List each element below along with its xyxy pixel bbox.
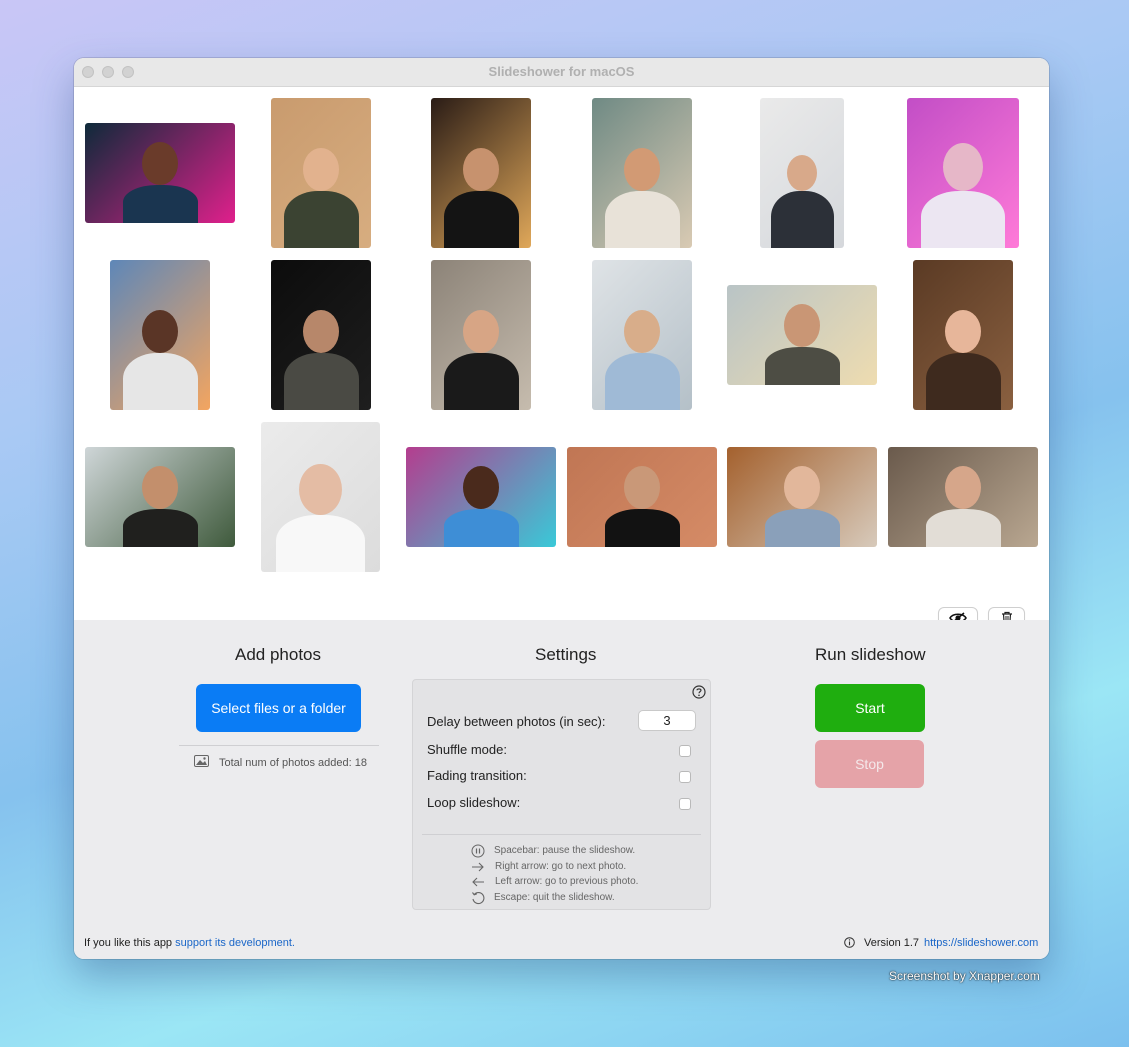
support-prefix: If you like this app <box>84 937 173 949</box>
photo-subject-body <box>443 353 519 410</box>
add-photos-divider <box>179 745 379 746</box>
photo-subject-head <box>942 142 984 191</box>
support-text: If you like this app support its develop… <box>84 937 295 949</box>
delay-input[interactable]: 3 <box>638 710 696 731</box>
app-window: Slideshower for macOS Add photos Select … <box>74 58 1049 959</box>
settings-divider <box>422 834 701 835</box>
add-photos-heading: Add photos <box>235 645 322 664</box>
hint-left-arrow: Left arrow: go to previous photo. <box>495 876 639 887</box>
photo-thumbnail-redhead-smiling[interactable] <box>913 260 1013 410</box>
photo-thumbnail-man-dark-portrait[interactable] <box>271 260 371 410</box>
photo-thumbnail-man-neon-lights[interactable] <box>85 123 235 223</box>
shuffle-checkbox[interactable] <box>679 745 691 757</box>
photo-subject-body <box>764 509 840 547</box>
photo-subject-head <box>945 309 981 353</box>
loop-label: Loop slideshow: <box>427 795 521 810</box>
photo-subject-head <box>142 465 178 509</box>
photo-thumbnail-man-bokeh-lights[interactable] <box>431 98 531 248</box>
left-arrow-icon <box>472 877 484 887</box>
settings-panel: Delay between photos (in sec): 3 Shuffle… <box>412 679 711 910</box>
title-bar[interactable]: Slideshower for macOS <box>74 58 1049 87</box>
hint-escape: Escape: quit the slideshow. <box>494 892 615 903</box>
photo-thumbnail-man-graffiti-wall[interactable] <box>406 447 556 547</box>
run-slideshow-heading: Run slideshow <box>815 645 926 664</box>
photo-subject-head <box>784 303 820 347</box>
photo-subject-body <box>122 185 198 223</box>
escape-icon <box>472 892 485 905</box>
photo-subject-head <box>624 465 660 509</box>
photo-thumbnail-man-arms-crossed[interactable] <box>760 98 844 248</box>
photo-thumbnail-man-hat-orange-wall[interactable] <box>567 447 717 547</box>
photo-subject-head <box>624 147 660 191</box>
control-panel: Add photos Select files or a folder Tota… <box>74 620 1049 959</box>
photo-subject-body <box>283 191 359 248</box>
photo-grid <box>74 87 1049 629</box>
photo-subject-head <box>786 154 818 191</box>
photo-thumbnail-woman-city-view[interactable] <box>110 260 210 410</box>
fading-label: Fading transition: <box>427 768 527 783</box>
photo-subject-head <box>142 141 178 185</box>
photo-subject-body <box>283 353 359 410</box>
loop-checkbox[interactable] <box>679 798 691 810</box>
photo-subject-head <box>303 309 339 353</box>
start-button[interactable]: Start <box>815 684 925 732</box>
photo-subject-head <box>463 465 499 509</box>
photo-icon <box>194 755 209 767</box>
photo-subject-head <box>303 147 339 191</box>
stop-button[interactable]: Stop <box>815 740 924 788</box>
photo-thumbnail-woman-sunglasses-peace[interactable] <box>592 98 692 248</box>
photo-subject-head <box>463 309 499 353</box>
photo-subject-head <box>624 309 660 353</box>
photo-thumbnail-woman-striped-wall[interactable] <box>431 260 531 410</box>
photo-subject-body <box>122 509 198 547</box>
delay-label: Delay between photos (in sec): <box>427 714 606 729</box>
info-icon <box>844 937 855 948</box>
settings-heading: Settings <box>535 645 597 664</box>
hint-spacebar: Spacebar: pause the slideshow. <box>494 845 636 856</box>
photo-thumbnail-woman-tan-background[interactable] <box>271 98 371 248</box>
version-label: Version 1.7 <box>864 937 920 949</box>
photo-subject-body <box>275 515 366 572</box>
shuffle-label: Shuffle mode: <box>427 742 507 757</box>
total-photos-count: Total num of photos added: 18 <box>219 757 367 769</box>
screenshot-credit: Screenshot by Xnapper.com <box>889 969 1040 983</box>
select-files-button[interactable]: Select files or a folder <box>196 684 361 732</box>
photo-subject-body <box>921 191 1005 248</box>
photo-subject-body <box>443 509 519 547</box>
fading-checkbox[interactable] <box>679 771 691 783</box>
window-title: Slideshower for macOS <box>488 64 635 79</box>
photo-thumbnail-friends-outdoor-group[interactable] <box>727 285 877 385</box>
photo-subject-body <box>764 347 840 385</box>
pause-icon <box>471 844 485 858</box>
photo-thumbnail-woman-white-tshirt[interactable] <box>261 422 380 572</box>
photo-thumbnail-friends-cafe-table[interactable] <box>727 447 877 547</box>
photo-subject-body <box>122 353 198 410</box>
photo-thumbnail-man-blue-shirt-office[interactable] <box>592 260 692 410</box>
photo-subject-head <box>463 147 499 191</box>
website-link[interactable]: https://slideshower.com <box>924 937 1038 949</box>
photo-subject-body <box>443 191 519 248</box>
photo-subject-body <box>604 353 680 410</box>
support-link[interactable]: support its development. <box>175 937 295 949</box>
photo-thumbnail-woman-pink-light[interactable] <box>907 98 1019 248</box>
right-arrow-icon <box>472 862 484 872</box>
photo-subject-head <box>142 309 178 353</box>
hint-right-arrow: Right arrow: go to next photo. <box>495 861 627 872</box>
photo-subject-head <box>299 463 342 515</box>
photo-subject-body <box>604 191 680 248</box>
photo-subject-body <box>925 353 1001 410</box>
question-circle-icon[interactable] <box>692 685 706 699</box>
photo-subject-head <box>945 465 981 509</box>
photo-subject-head <box>784 465 820 509</box>
photo-subject-body <box>770 191 834 248</box>
photo-thumbnail-women-laptop-table[interactable] <box>888 447 1038 547</box>
photo-subject-body <box>925 509 1001 547</box>
photo-thumbnail-three-friends-trees[interactable] <box>85 447 235 547</box>
photo-subject-body <box>604 509 680 547</box>
